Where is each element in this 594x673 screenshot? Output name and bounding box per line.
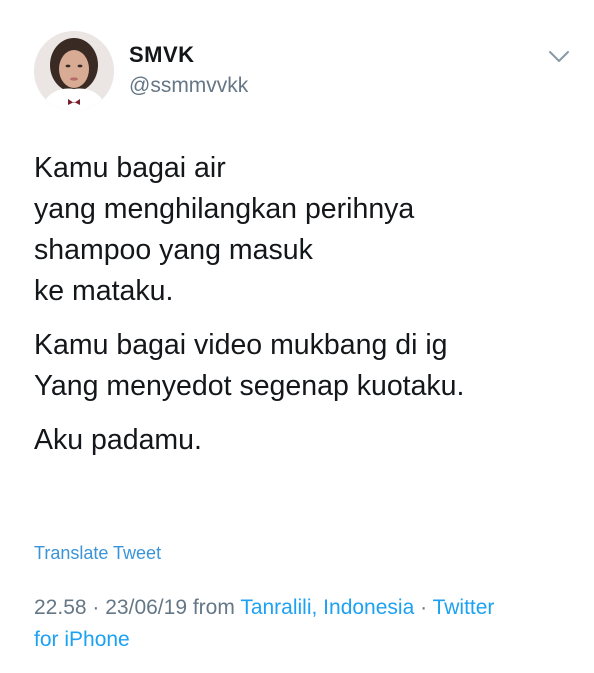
tweet-line: Aku padamu. <box>34 424 202 456</box>
source-label-part: Twitter <box>432 596 495 619</box>
tweet-paragraph: Kamu bagai video mukbang di ig Yang meny… <box>34 325 574 407</box>
tweet-line: yang menghilangkan perihnya <box>34 193 415 225</box>
meta-separator: · <box>92 596 100 619</box>
avatar[interactable] <box>34 31 114 111</box>
tweet-card: SMVK @ssmmvvkk Kamu bagai air yang mengh… <box>0 0 594 673</box>
tweet-line: ke mataku. <box>34 275 174 307</box>
tweet-time: 22.58 <box>34 596 87 619</box>
chevron-down-icon[interactable] <box>548 50 570 64</box>
tweet-line: Kamu bagai video mukbang di ig <box>34 329 448 361</box>
user-handle[interactable]: @ssmmvvkk <box>129 74 248 98</box>
tweet-line: shampoo yang masuk <box>34 234 313 266</box>
from-label: from <box>192 596 235 619</box>
source-label-part: for iPhone <box>34 628 130 651</box>
meta-separator: · <box>420 596 428 619</box>
display-name[interactable]: SMVK <box>129 42 195 68</box>
translate-tweet-link[interactable]: Translate Tweet <box>34 543 161 564</box>
tweet-date: 23/06/19 <box>105 596 187 619</box>
tweet-text: Kamu bagai air yang menghilangkan perihn… <box>34 148 574 474</box>
tweet-line: Yang menyedot segenap kuotaku. <box>34 370 465 402</box>
tweet-line: Kamu bagai air <box>34 152 226 184</box>
tweet-meta: 22.58 · 23/06/19 from Tanralili, Indones… <box>34 592 574 656</box>
tweet-paragraph: Aku padamu. <box>34 420 574 461</box>
location-link[interactable]: Tanralili, Indonesia <box>240 596 414 619</box>
tweet-paragraph: Kamu bagai air yang menghilangkan perihn… <box>34 148 574 312</box>
profile-photo-icon <box>34 31 114 111</box>
